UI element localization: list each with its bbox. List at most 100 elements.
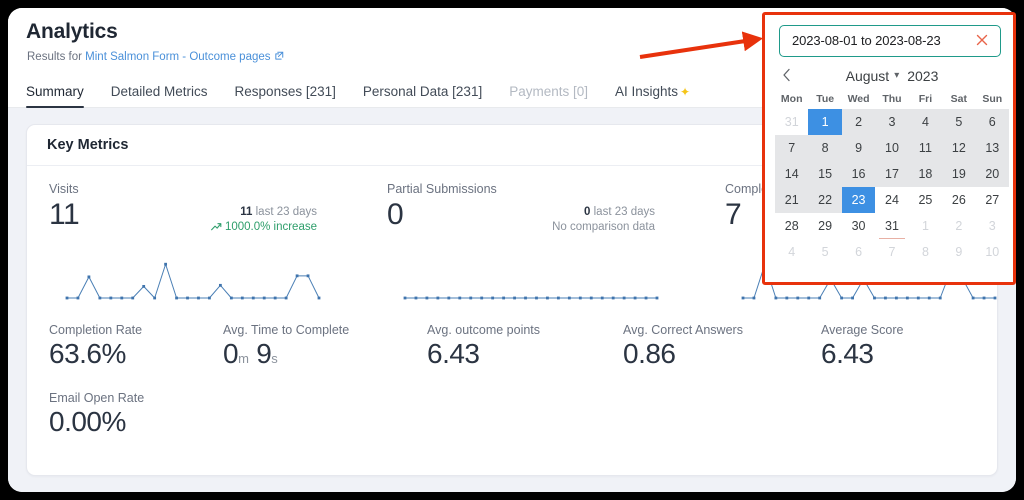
calendar-day[interactable]: 30: [842, 213, 875, 239]
calendar-day[interactable]: 10: [875, 135, 908, 161]
tab-responses[interactable]: Responses [231]: [226, 84, 354, 108]
tab-payments-label: Payments [0]: [509, 84, 588, 99]
stat-average-score-value: 6.43: [821, 338, 903, 370]
weekday-wed: Wed: [842, 93, 875, 105]
screen: Analytics Results for Mint Salmon Form -…: [0, 0, 1024, 500]
close-icon[interactable]: [973, 31, 991, 49]
calendar-day[interactable]: 22: [808, 187, 841, 213]
date-range-input-wrapper[interactable]: 2023-08-01 to 2023-08-23: [779, 25, 1001, 57]
tab-responses-label: Responses [231]: [235, 84, 336, 99]
calendar-day[interactable]: 27: [976, 187, 1009, 213]
calendar-day[interactable]: 7: [775, 135, 808, 161]
metric-visits-comparison: 11 last 23 days 1000.0% increase: [147, 206, 317, 234]
calendar-day[interactable]: 3: [976, 213, 1009, 239]
trend-up-icon: [211, 222, 222, 234]
calendar-day[interactable]: 17: [875, 161, 908, 187]
sparkle-icon: ✦: [680, 85, 690, 99]
calendar-month-select[interactable]: August: [846, 68, 890, 84]
weekday-mon: Mon: [775, 93, 808, 105]
metric-partial-submissions: Partial Submissions 0: [387, 182, 497, 231]
calendar-day[interactable]: 25: [909, 187, 942, 213]
calendar-day[interactable]: 4: [775, 239, 808, 265]
tab-summary[interactable]: Summary: [26, 84, 102, 108]
calendar-day[interactable]: 5: [942, 109, 975, 135]
calendar-day[interactable]: 19: [942, 161, 975, 187]
chevron-down-icon[interactable]: ▾: [894, 70, 899, 81]
stat-avg-correct-value: 0.86: [623, 338, 743, 370]
stat-avg-time-to-complete: Avg. Time to Complete 0m 9s: [223, 323, 349, 370]
calendar-day[interactable]: 24: [875, 187, 908, 213]
calendar-day[interactable]: 3: [875, 109, 908, 135]
date-range-picker-inner: 2023-08-01 to 2023-08-23 August ▾: [765, 15, 1013, 282]
stat-average-score-label: Average Score: [821, 323, 903, 337]
weekday-sat: Sat: [942, 93, 975, 105]
calendar-day[interactable]: 9: [842, 135, 875, 161]
stat-avg-time-seconds-unit: s: [271, 351, 278, 366]
stat-avg-time-value: 0m 9s: [223, 338, 349, 370]
calendar-day[interactable]: 1: [909, 213, 942, 239]
calendar-nav: August ▾ 2023: [775, 63, 1009, 88]
metric-visits-compare-change: 1000.0% increase: [147, 221, 317, 234]
calendar-day[interactable]: 18: [909, 161, 942, 187]
calendar-day[interactable]: 5: [808, 239, 841, 265]
calendar-day[interactable]: 6: [976, 109, 1009, 135]
calendar-year-select[interactable]: 2023: [907, 68, 938, 84]
partial-submissions-sparkline: [401, 254, 661, 309]
calendar-day[interactable]: 2: [942, 213, 975, 239]
tab-personal-data[interactable]: Personal Data [231]: [354, 84, 500, 108]
metric-visits-change-text: 1000.0% increase: [225, 221, 317, 233]
metric-partial-value: 0: [387, 199, 497, 231]
calendar-day[interactable]: 15: [808, 161, 841, 187]
calendar-day[interactable]: 28: [775, 213, 808, 239]
chevron-left-icon[interactable]: [779, 66, 795, 84]
calendar-day[interactable]: 21: [775, 187, 808, 213]
calendar-day[interactable]: 29: [808, 213, 841, 239]
stat-avg-time-minutes: 0: [223, 338, 238, 369]
calendar-day[interactable]: 14: [775, 161, 808, 187]
weekday-sun: Sun: [976, 93, 1009, 105]
calendar-day[interactable]: 2: [842, 109, 875, 135]
metric-partial-label: Partial Submissions: [387, 182, 497, 196]
calendar-day-grid: 3112345678910111213141516171819202122232…: [775, 109, 1009, 265]
calendar-day[interactable]: 31: [875, 213, 908, 239]
metric-partial-compare-main: 0 last 23 days: [485, 206, 655, 218]
stat-avg-correct-answers: Avg. Correct Answers 0.86: [623, 323, 743, 370]
stat-completion-rate-value: 63.6%: [49, 338, 142, 370]
metric-partial-compare-value: 0: [584, 206, 590, 218]
weekday-fri: Fri: [909, 93, 942, 105]
tab-summary-label: Summary: [26, 84, 84, 99]
stat-average-score: Average Score 6.43: [821, 323, 903, 370]
calendar-day[interactable]: 11: [909, 135, 942, 161]
date-range-picker[interactable]: 2023-08-01 to 2023-08-23 August ▾: [762, 12, 1016, 285]
calendar-day[interactable]: 16: [842, 161, 875, 187]
calendar-day[interactable]: 13: [976, 135, 1009, 161]
stat-avg-time-seconds: 9: [256, 338, 271, 369]
calendar-day[interactable]: 7: [875, 239, 908, 265]
calendar-day[interactable]: 9: [942, 239, 975, 265]
tab-ai-insights-label: AI Insights: [615, 84, 678, 99]
date-range-input[interactable]: 2023-08-01 to 2023-08-23: [792, 33, 941, 48]
tab-ai-insights[interactable]: AI Insights✦: [606, 84, 708, 108]
calendar-day[interactable]: 31: [775, 109, 808, 135]
tab-detailed-metrics[interactable]: Detailed Metrics: [102, 84, 226, 108]
tab-payments[interactable]: Payments [0]: [500, 84, 606, 108]
stat-completion-rate-label: Completion Rate: [49, 323, 142, 337]
stat-email-open-value: 0.00%: [49, 406, 144, 438]
calendar-day[interactable]: 20: [976, 161, 1009, 187]
stat-avg-time-label: Avg. Time to Complete: [223, 323, 349, 337]
calendar-day[interactable]: 6: [842, 239, 875, 265]
calendar-day[interactable]: 23: [842, 187, 875, 213]
calendar-day[interactable]: 8: [909, 239, 942, 265]
calendar-day[interactable]: 12: [942, 135, 975, 161]
calendar-day[interactable]: 26: [942, 187, 975, 213]
calendar-day[interactable]: 8: [808, 135, 841, 161]
stat-avg-outcome-points: Avg. outcome points 6.43: [427, 323, 540, 370]
metric-partial-compare-period: last 23 days: [594, 206, 655, 218]
form-link[interactable]: Mint Salmon Form - Outcome pages: [85, 51, 270, 63]
metric-visits-compare-main: 11 last 23 days: [147, 206, 317, 218]
external-link-icon[interactable]: [274, 51, 284, 64]
calendar-day[interactable]: 1: [808, 109, 841, 135]
page-title: Analytics: [26, 20, 118, 44]
calendar-day[interactable]: 4: [909, 109, 942, 135]
calendar-day[interactable]: 10: [976, 239, 1009, 265]
